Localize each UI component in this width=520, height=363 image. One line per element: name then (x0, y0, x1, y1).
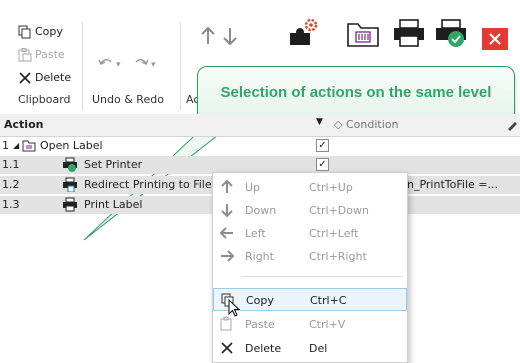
condition-column-header[interactable]: ◇ Condition (334, 118, 398, 131)
menu-item-shortcut: Ctrl+Left (309, 227, 359, 240)
folder-label-icon (22, 140, 36, 152)
actions-table-header: Action ▼ ◇ Condition (0, 114, 520, 137)
menu-item-label: Up (245, 181, 261, 194)
arrow-up-icon (221, 179, 233, 193)
printer-file-icon (63, 177, 77, 192)
sort-arrow-icon: ▼ (316, 117, 323, 127)
condition-value: n_PrintToFile =... (407, 178, 498, 191)
context-menu: Up Ctrl+Up Down Ctrl+Down Left Ctrl+Left… (212, 172, 408, 363)
menu-item-shortcut: Del (309, 342, 328, 355)
menu-item-shortcut: Ctrl+V (309, 318, 346, 331)
menu-item-shortcut: Ctrl+Down (309, 204, 369, 217)
collapse-arrow-icon[interactable]: ◢ (13, 141, 19, 150)
printer-icon (63, 197, 77, 212)
arrow-right-icon (221, 250, 235, 262)
printer-check-icon (63, 157, 77, 172)
menu-item-right[interactable]: Right Ctrl+Right (213, 245, 407, 268)
menu-item-down[interactable]: Down Ctrl+Down (213, 199, 407, 222)
callout-text: Selection of actions on the same level (220, 84, 492, 101)
edit-pencil-icon[interactable] (506, 119, 518, 131)
condition-header-label: Condition (345, 118, 399, 131)
menu-item-up[interactable]: Up Ctrl+Up (213, 176, 407, 199)
action-name: Set Printer (84, 158, 143, 171)
mouse-cursor-icon (228, 299, 241, 317)
enabled-checkbox[interactable]: ✓ (316, 158, 329, 171)
action-column-header[interactable]: Action (4, 118, 43, 131)
menu-item-shortcut: Ctrl+C (310, 294, 347, 307)
arrow-down-icon (221, 204, 233, 218)
menu-item-delete[interactable]: Delete Del (213, 337, 407, 360)
arrow-left-icon (219, 227, 233, 239)
action-name: Open Label (40, 139, 103, 152)
enabled-checkbox[interactable]: ✓ (316, 139, 329, 152)
menu-item-left[interactable]: Left Ctrl+Left (213, 222, 407, 245)
menu-separator (241, 276, 403, 277)
action-name: Redirect Printing to File (84, 178, 212, 191)
menu-item-paste[interactable]: Paste Ctrl+V (213, 313, 407, 336)
row-number: 1 (2, 139, 9, 152)
menu-item-label: Paste (245, 318, 275, 331)
menu-item-label: Copy (246, 294, 274, 307)
row-number: 1.1 (2, 158, 20, 171)
menu-item-shortcut: Ctrl+Up (309, 181, 353, 194)
menu-item-label: Delete (245, 342, 282, 355)
table-row[interactable]: 1 ◢ Open Label ✓ (0, 137, 520, 155)
row-number: 1.3 (2, 198, 20, 211)
action-name: Print Label (84, 198, 143, 211)
menu-item-label: Down (245, 204, 277, 217)
delete-icon (221, 342, 233, 354)
row-number: 1.2 (2, 178, 20, 191)
menu-item-label: Left (245, 227, 266, 240)
filter-icon: ◇ (334, 118, 343, 131)
menu-item-label: Right (245, 250, 274, 263)
menu-item-shortcut: Ctrl+Right (309, 250, 367, 263)
menu-item-copy[interactable]: Copy Ctrl+C (213, 288, 407, 311)
